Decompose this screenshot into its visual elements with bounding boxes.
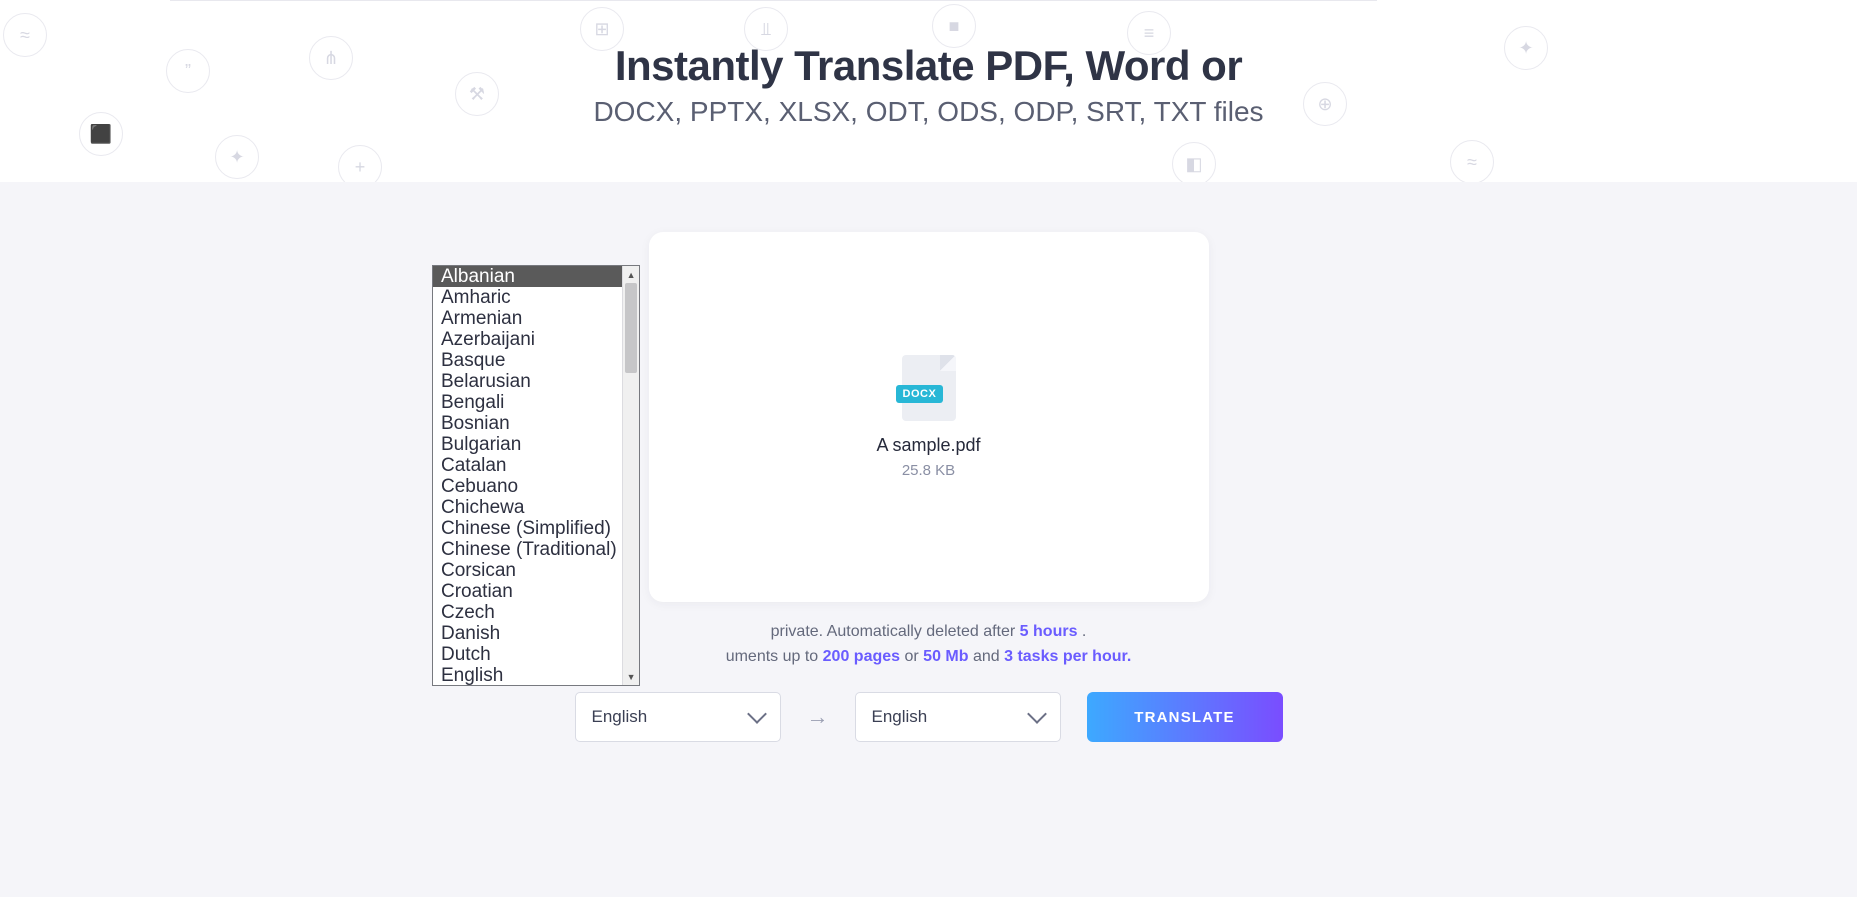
scroll-up-button[interactable]: ▲ [623, 266, 639, 283]
decorative-icon: ◧ [1172, 142, 1216, 186]
scroll-down-button[interactable]: ▼ [623, 668, 639, 685]
top-divider [170, 0, 1377, 1]
decorative-icon: ⬛ [79, 112, 123, 156]
file-size: 25.8 KB [902, 462, 955, 479]
listbox-scrollbar[interactable]: ▲ ▼ [622, 266, 639, 685]
listbox-item[interactable]: Chinese (Traditional) [433, 539, 622, 560]
info-max-pages: 200 pages [823, 648, 900, 665]
listbox-item[interactable]: Albanian [433, 266, 622, 287]
listbox-item[interactable]: English [433, 665, 622, 685]
listbox-item[interactable]: Chichewa [433, 497, 622, 518]
listbox-item[interactable]: Catalan [433, 455, 622, 476]
target-language-select[interactable]: English [855, 692, 1061, 742]
listbox-item[interactable]: Danish [433, 623, 622, 644]
scroll-thumb[interactable] [625, 283, 637, 373]
decorative-icon: ” [166, 49, 210, 93]
arrow-icon: → [807, 704, 829, 730]
info-delete-after: 5 hours [1020, 623, 1078, 640]
decorative-icon: ≈ [3, 13, 47, 57]
listbox-item[interactable]: Azerbaijani [433, 329, 622, 350]
file-name: A sample.pdf [876, 435, 980, 456]
listbox-item[interactable]: Bulgarian [433, 434, 622, 455]
listbox-item[interactable]: Bengali [433, 392, 622, 413]
chevron-down-icon [747, 704, 767, 724]
decorative-icon: ≈ [1450, 140, 1494, 184]
decorative-icon: ⋔ [309, 36, 353, 80]
info-max-size: 50 Mb [923, 648, 968, 665]
listbox-item[interactable]: Chinese (Simplified) [433, 518, 622, 539]
listbox-item[interactable]: Corsican [433, 560, 622, 581]
source-language-value: English [592, 707, 648, 727]
language-row: English → English TRANSLATE [575, 692, 1283, 742]
listbox-item[interactable]: Czech [433, 602, 622, 623]
listbox-item[interactable]: Amharic [433, 287, 622, 308]
decorative-icon: ✦ [1504, 26, 1548, 70]
page-subtitle: DOCX, PPTX, XLSX, ODT, ODS, ODP, SRT, TX… [593, 96, 1263, 128]
source-language-select[interactable]: English [575, 692, 781, 742]
info-task-limit: 3 tasks per hour. [1004, 648, 1131, 665]
page-title: Instantly Translate PDF, Word or [615, 42, 1242, 90]
translate-button[interactable]: TRANSLATE [1087, 692, 1283, 742]
decorative-icon: ⊕ [1303, 82, 1347, 126]
language-listbox[interactable]: AlbanianAmharicArmenianAzerbaijaniBasque… [432, 265, 640, 686]
listbox-item[interactable]: Cebuano [433, 476, 622, 497]
listbox-item[interactable]: Croatian [433, 581, 622, 602]
file-icon-label: DOCX [896, 385, 944, 403]
decorative-icon: ✦ [215, 135, 259, 179]
upload-card: DOCX A sample.pdf 25.8 KB [649, 232, 1209, 602]
listbox-item[interactable]: Bosnian [433, 413, 622, 434]
listbox-item[interactable]: Belarusian [433, 371, 622, 392]
info-line1-text: private. Automatically deleted after [771, 623, 1020, 640]
listbox-item[interactable]: Basque [433, 350, 622, 371]
listbox-item[interactable]: Armenian [433, 308, 622, 329]
listbox-item[interactable]: Dutch [433, 644, 622, 665]
chevron-down-icon [1027, 704, 1047, 724]
decorative-icon: ⚒ [455, 72, 499, 116]
file-icon: DOCX [902, 355, 956, 421]
target-language-value: English [872, 707, 928, 727]
